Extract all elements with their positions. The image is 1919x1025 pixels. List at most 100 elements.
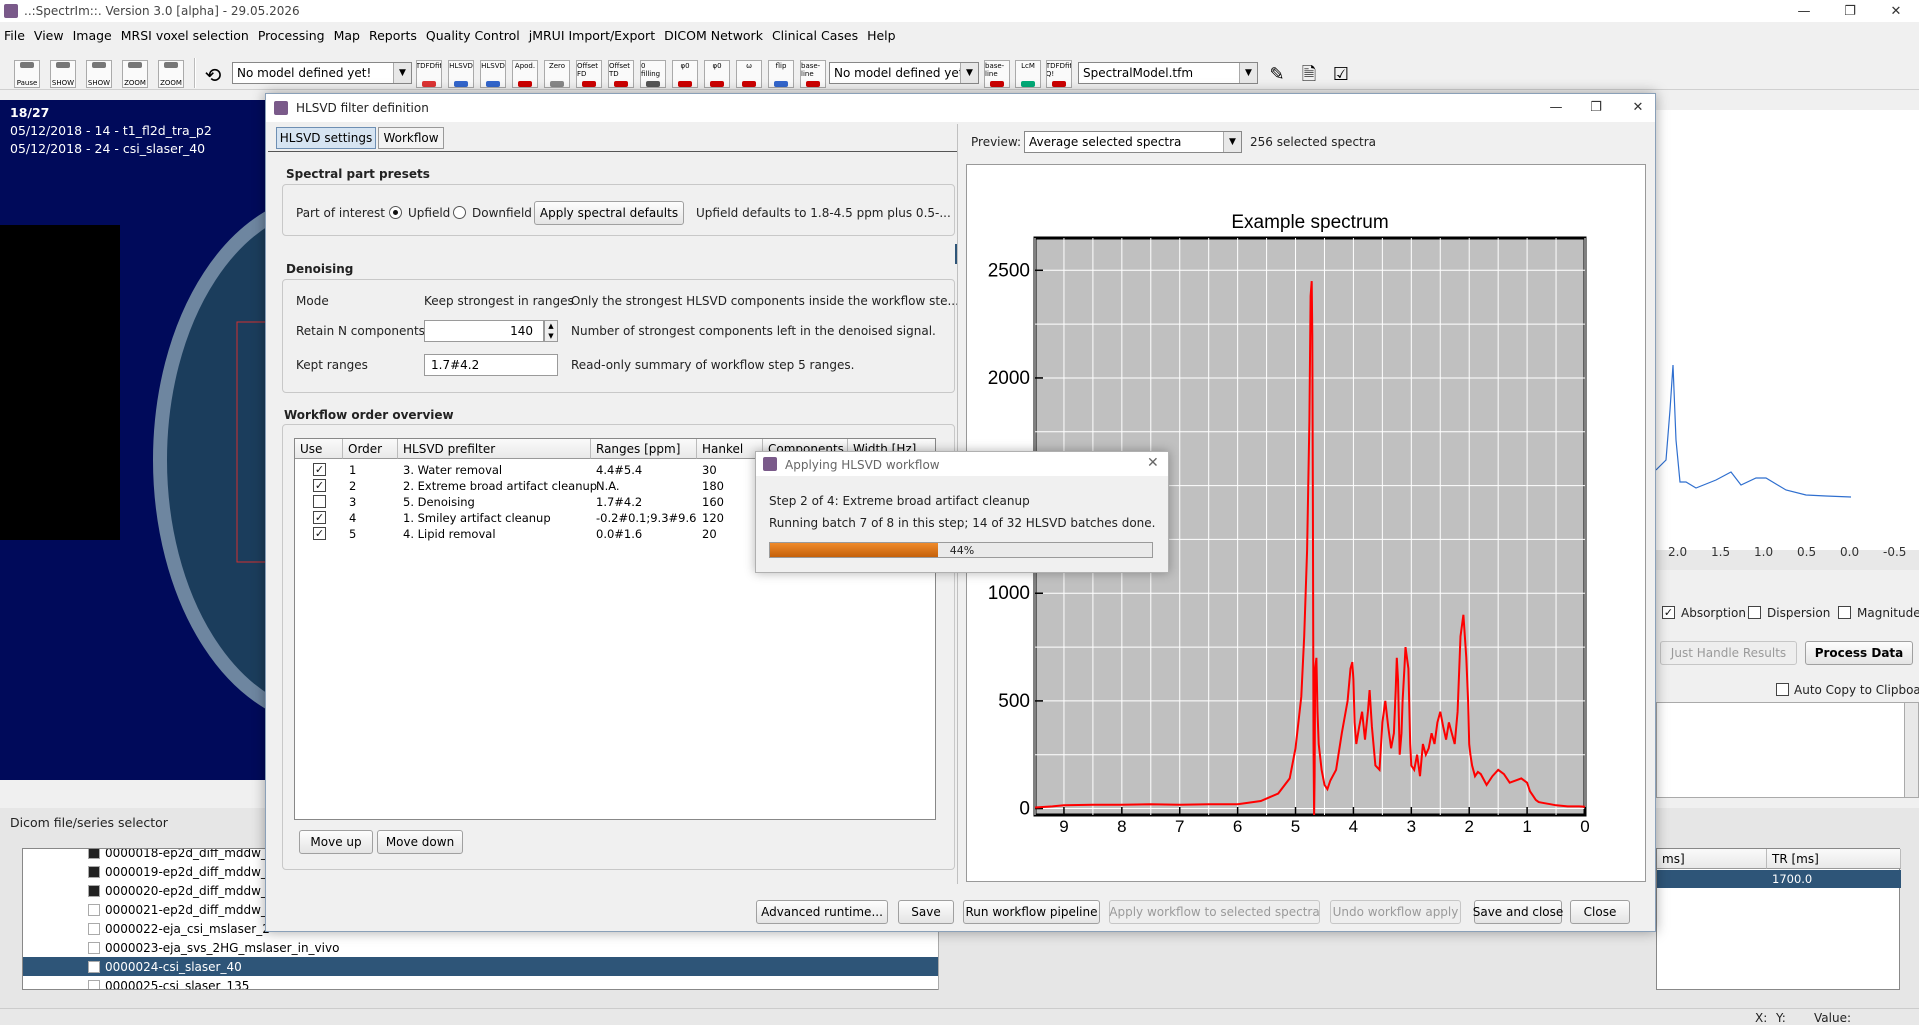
tab-workflow[interactable]: Workflow xyxy=(378,127,444,149)
toolbar-fit-button-1[interactable]: LcM xyxy=(1015,60,1041,88)
toolbar-proc-button-5[interactable]: Offset FD xyxy=(576,60,602,88)
toolbar-proc-button-7[interactable]: 0 filling xyxy=(640,60,666,88)
use-checkbox[interactable]: ✓ xyxy=(313,527,326,540)
toolbar-proc-button-9[interactable]: φ0 xyxy=(704,60,730,88)
menu-file[interactable]: File xyxy=(4,28,25,43)
menu-jmrui-import-export[interactable]: jMRUI Import/Export xyxy=(529,28,655,43)
image-viewer[interactable] xyxy=(0,100,272,780)
close-icon[interactable]: ✕ xyxy=(1873,0,1919,22)
x-tick-label: 3 xyxy=(1407,817,1416,836)
menu-quality-control[interactable]: Quality Control xyxy=(426,28,520,43)
just-handle-results-button[interactable]: Just Handle Results xyxy=(1660,641,1797,665)
progress-step: Step 2 of 4: Extreme broad artifact clea… xyxy=(769,494,1030,508)
chevron-down-icon[interactable]: ▼ xyxy=(1223,132,1241,152)
toolbar-proc-label: Apod. xyxy=(514,62,536,70)
spinner-icon[interactable]: ▲ ▼ xyxy=(544,320,558,342)
maximize-icon[interactable]: ❐ xyxy=(1827,0,1873,22)
undo-workflow-button[interactable]: Undo workflow apply xyxy=(1330,900,1461,924)
save-and-close-button[interactable]: Save and close xyxy=(1473,900,1563,924)
column-header[interactable]: HLSVD prefilter xyxy=(398,439,591,459)
checklist-icon[interactable]: ☑ xyxy=(1328,60,1354,88)
dispersion-checkbox[interactable] xyxy=(1748,606,1761,619)
magnitude-label: Magnitude xyxy=(1857,606,1919,620)
run-workflow-button[interactable]: Run workflow pipeline xyxy=(963,900,1100,924)
minimize-icon[interactable]: — xyxy=(1781,0,1827,22)
use-checkbox[interactable] xyxy=(313,495,326,508)
list-item[interactable]: 0000025-csi_slaser_135 xyxy=(23,976,943,989)
menu-reports[interactable]: Reports xyxy=(369,28,417,43)
toolbar-proc-button-3[interactable]: Apod. xyxy=(512,60,538,88)
menu-help[interactable]: Help xyxy=(867,28,896,43)
toolbar-proc-button-8[interactable]: φ0 xyxy=(672,60,698,88)
toolbar-proc-button-4[interactable]: Zero xyxy=(544,60,570,88)
image-series-1: 05/12/2018 - 14 - t1_fl2d_tra_p2 xyxy=(10,123,212,138)
toolbar-proc-button-1[interactable]: HLSVD xyxy=(448,60,474,88)
upfield-radio[interactable] xyxy=(389,206,402,219)
spectral-model-combo[interactable]: SpectralModel.tfm ▼ xyxy=(1078,62,1258,84)
menu-map[interactable]: Map xyxy=(334,28,360,43)
list-item[interactable]: 0000023-eja_svs_2HG_mslaser_in_vivo xyxy=(23,938,943,957)
chevron-down-icon[interactable]: ▼ xyxy=(1239,63,1257,83)
column-header[interactable]: Hankel xyxy=(697,439,763,459)
magnitude-checkbox[interactable] xyxy=(1838,606,1851,619)
apply-spectral-defaults-button[interactable]: Apply spectral defaults xyxy=(534,201,684,225)
refresh-icon[interactable]: ⟲ xyxy=(200,60,226,88)
use-checkbox[interactable]: ✓ xyxy=(313,479,326,492)
processing-icon xyxy=(774,81,788,87)
toolbar-view-button-2[interactable]: SHOW xyxy=(86,60,112,88)
toolbar-proc-button-6[interactable]: Offset TD xyxy=(608,60,634,88)
dialog-app-icon xyxy=(274,101,288,115)
column-header[interactable]: Use xyxy=(295,439,343,459)
save-button[interactable]: Save xyxy=(898,900,954,924)
menu-mrsi-voxel-selection[interactable]: MRSI voxel selection xyxy=(121,28,249,43)
use-checkbox[interactable]: ✓ xyxy=(313,511,326,524)
edit-icon[interactable]: ✎ xyxy=(1264,60,1290,88)
process-data-button[interactable]: Process Data xyxy=(1805,641,1913,665)
toolbar-proc-button-0[interactable]: TDFDfit xyxy=(416,60,442,88)
toolbar-fit-button-0[interactable]: base-line xyxy=(984,60,1010,88)
toolbar-proc-button-10[interactable]: ω xyxy=(736,60,762,88)
move-down-button[interactable]: Move down xyxy=(377,830,463,854)
toolbar-proc-button-12[interactable]: base-line xyxy=(800,60,826,88)
toolbar-fit-label: base-line xyxy=(985,62,1005,78)
menu-view[interactable]: View xyxy=(34,28,64,43)
toolbar-proc-button-11[interactable]: flip xyxy=(768,60,794,88)
menu-dicom-network[interactable]: DICOM Network xyxy=(664,28,763,43)
dialog-maximize-icon[interactable]: ❐ xyxy=(1573,96,1619,118)
downfield-radio[interactable] xyxy=(453,206,466,219)
toolbar-view-button-1[interactable]: SHOW xyxy=(50,60,76,88)
document-icon[interactable]: 🗎 xyxy=(1296,60,1322,88)
tab-underline xyxy=(268,151,958,152)
toolbar-proc-button-2[interactable]: HLSVD xyxy=(480,60,506,88)
toolbar-view-button-0[interactable]: Pause xyxy=(14,60,40,88)
results-text-area[interactable] xyxy=(1656,702,1906,798)
results-scrollbar[interactable] xyxy=(1904,702,1919,798)
absorption-checkbox[interactable]: ✓ xyxy=(1662,606,1675,619)
tab-hlsvd-settings[interactable]: HLSVD settings xyxy=(276,127,376,149)
toolbar-view-button-4[interactable]: ZOOM xyxy=(158,60,184,88)
progress-close-icon[interactable]: ✕ xyxy=(1147,455,1159,471)
dialog-close-icon[interactable]: ✕ xyxy=(1615,96,1661,118)
preview-combo[interactable]: Average selected spectra ▼ xyxy=(1024,131,1242,153)
model-combo-2[interactable]: No model defined yet! ▼ xyxy=(829,62,979,84)
toolbar-view-button-3[interactable]: ZOOM xyxy=(122,60,148,88)
column-header[interactable]: Order xyxy=(343,439,398,459)
close-button[interactable]: Close xyxy=(1570,900,1630,924)
column-header[interactable]: Ranges [ppm] xyxy=(591,439,697,459)
menu-image[interactable]: Image xyxy=(73,28,112,43)
move-up-button[interactable]: Move up xyxy=(299,830,373,854)
toolbar-fit-button-2[interactable]: TDFDfit Q! xyxy=(1046,60,1072,88)
menu-processing[interactable]: Processing xyxy=(258,28,325,43)
list-item[interactable]: 0000024-csi_slaser_40 xyxy=(23,957,943,976)
chevron-down-icon[interactable]: ▼ xyxy=(393,63,411,83)
use-checkbox[interactable]: ✓ xyxy=(313,463,326,476)
auto-copy-checkbox[interactable] xyxy=(1776,683,1789,696)
retain-n-input[interactable]: 140 xyxy=(424,320,544,342)
advanced-runtime-button[interactable]: Advanced runtime... xyxy=(756,900,888,924)
model-combo[interactable]: No model defined yet! ▼ xyxy=(232,62,412,84)
series-name: 0000024-csi_slaser_40 xyxy=(105,959,242,974)
menu-clinical-cases[interactable]: Clinical Cases xyxy=(772,28,858,43)
x-tick-label: 0 xyxy=(1580,817,1589,836)
apply-workflow-button[interactable]: Apply workflow to selected spectra xyxy=(1109,900,1320,924)
chevron-down-icon[interactable]: ▼ xyxy=(960,63,978,83)
